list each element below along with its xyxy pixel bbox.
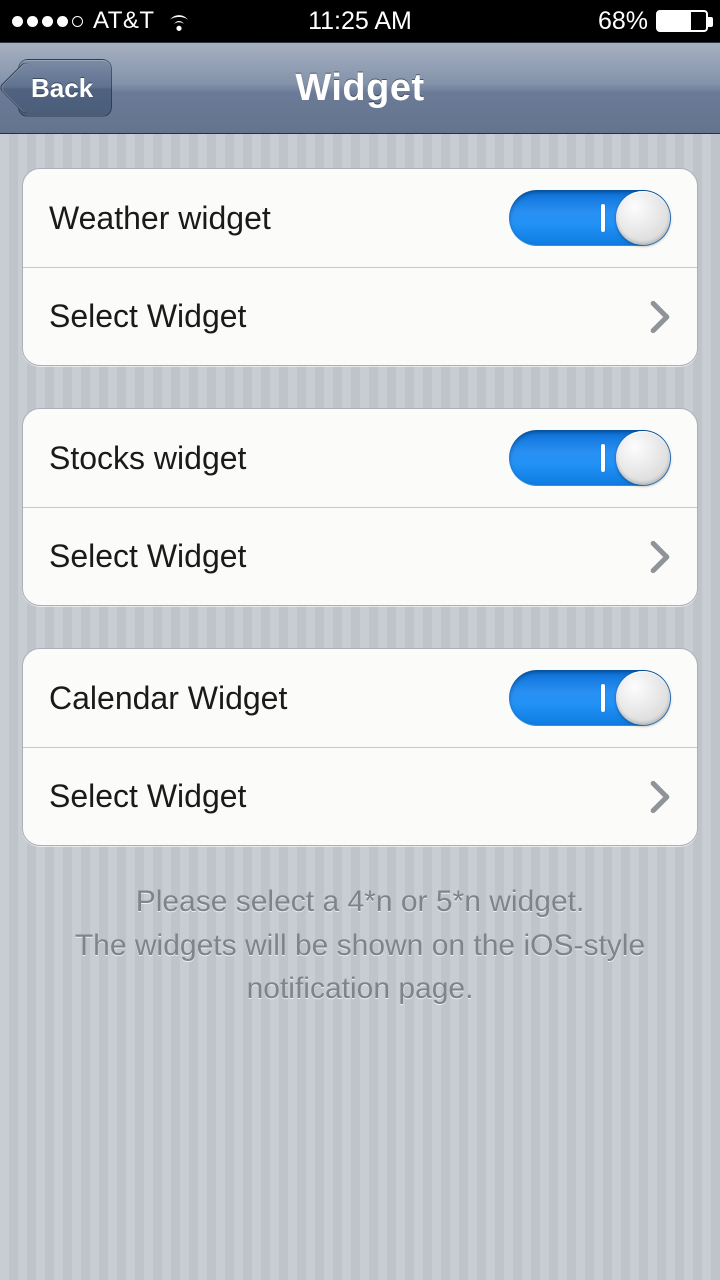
settings-group-stocks: Stocks widget Select Widget xyxy=(22,408,698,606)
back-button-label: Back xyxy=(31,73,93,104)
row-label: Select Widget xyxy=(49,298,246,335)
battery-icon xyxy=(656,10,708,32)
weather-widget-toggle-row[interactable]: Weather widget xyxy=(23,169,697,267)
chevron-right-icon xyxy=(649,300,671,334)
calendar-select-widget-row[interactable]: Select Widget xyxy=(23,747,697,845)
stocks-widget-toggle-row[interactable]: Stocks widget xyxy=(23,409,697,507)
toggle-switch[interactable] xyxy=(509,190,671,246)
row-label: Stocks widget xyxy=(49,440,246,477)
footer-note: Please select a 4*n or 5*n widget.The wi… xyxy=(22,880,698,1011)
page-title: Widget xyxy=(295,67,424,110)
toggle-switch[interactable] xyxy=(509,430,671,486)
row-label: Select Widget xyxy=(49,778,246,815)
stocks-select-widget-row[interactable]: Select Widget xyxy=(23,507,697,605)
toggle-switch[interactable] xyxy=(509,670,671,726)
settings-group-weather: Weather widget Select Widget xyxy=(22,168,698,366)
status-bar: AT&T 11:25 AM 68% xyxy=(0,0,720,42)
content-area: Weather widget Select Widget Stocks widg… xyxy=(0,134,720,1280)
chevron-right-icon xyxy=(649,780,671,814)
weather-select-widget-row[interactable]: Select Widget xyxy=(23,267,697,365)
chevron-right-icon xyxy=(649,540,671,574)
row-label: Select Widget xyxy=(49,538,246,575)
settings-group-calendar: Calendar Widget Select Widget xyxy=(22,648,698,846)
back-button[interactable]: Back xyxy=(18,59,112,117)
clock-label: 11:25 AM xyxy=(0,7,720,36)
calendar-widget-toggle-row[interactable]: Calendar Widget xyxy=(23,649,697,747)
nav-bar: Back Widget xyxy=(0,42,720,134)
row-label: Calendar Widget xyxy=(49,680,287,717)
row-label: Weather widget xyxy=(49,200,271,237)
